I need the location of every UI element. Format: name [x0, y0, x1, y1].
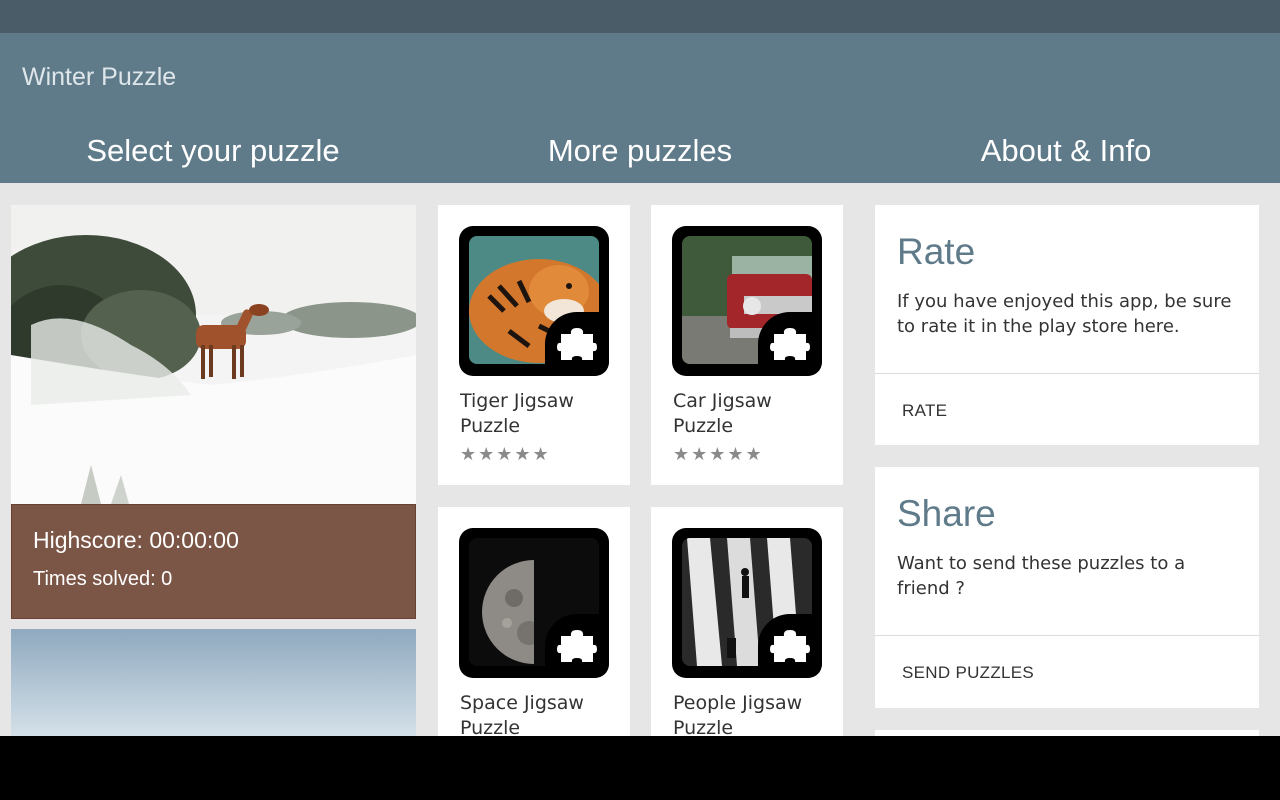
divider [875, 635, 1259, 636]
app-card-people[interactable]: People Jigsaw Puzzle [651, 507, 843, 736]
share-title: Share [897, 493, 996, 534]
app-name: Car Jigsaw Puzzle [673, 390, 772, 437]
app-thumbnail[interactable] [459, 528, 609, 678]
app-name: People Jigsaw Puzzle [673, 692, 803, 736]
times-solved: Times solved: 0 [33, 568, 173, 590]
score-panel: Highscore: 00:00:00 Times solved: 0 [11, 504, 416, 619]
tab-select-puzzle[interactable]: Select your puzzle [0, 133, 426, 169]
app-card-car[interactable]: Car Jigsaw Puzzle ★★★★★ [651, 205, 843, 485]
app-card-tiger[interactable]: Tiger Jigsaw Puzzle ★★★★★ [438, 205, 630, 485]
rate-card: Rate If you have enjoyed this app, be su… [875, 205, 1259, 445]
app-bar: Winter Puzzle Select your puzzle More pu… [0, 33, 1280, 183]
puzzle-piece-icon [545, 614, 609, 678]
rating-stars: ★★★★★ [673, 444, 764, 465]
tab-about-info[interactable]: About & Info [853, 133, 1279, 169]
rate-title: Rate [897, 231, 976, 272]
rating-stars: ★★★★★ [460, 444, 551, 465]
tab-more-puzzles[interactable]: More puzzles [427, 133, 853, 169]
puzzle-card[interactable] [11, 629, 416, 736]
navigation-bar [0, 736, 1280, 800]
app-name: Space Jigsaw Puzzle [460, 692, 584, 736]
puzzle-card[interactable]: Highscore: 00:00:00 Times solved: 0 [11, 205, 416, 619]
send-puzzles-button[interactable]: SEND PUZZLES [902, 663, 1034, 683]
status-bar [0, 0, 1280, 33]
puzzle-image-winter-horse[interactable] [11, 205, 416, 504]
app-thumbnail[interactable] [459, 226, 609, 376]
rate-text: If you have enjoyed this app, be sure to… [897, 291, 1232, 337]
puzzle-image-sky[interactable] [11, 629, 416, 736]
puzzle-piece-icon [758, 312, 822, 376]
app-name: Tiger Jigsaw Puzzle [460, 390, 574, 437]
app-thumbnail[interactable] [672, 226, 822, 376]
app-card-space[interactable]: Space Jigsaw Puzzle [438, 507, 630, 736]
main-content: Highscore: 00:00:00 Times solved: 0 Tige… [0, 183, 1280, 736]
rate-button[interactable]: RATE [902, 401, 947, 421]
share-card: Share Want to send these puzzles to a fr… [875, 467, 1259, 708]
app-title: Winter Puzzle [22, 63, 177, 91]
divider [875, 373, 1259, 374]
share-text: Want to send these puzzles to a friend ? [897, 553, 1186, 599]
puzzle-piece-icon [758, 614, 822, 678]
app-thumbnail[interactable] [672, 528, 822, 678]
highscore: Highscore: 00:00:00 [33, 527, 239, 553]
puzzle-piece-icon [545, 312, 609, 376]
